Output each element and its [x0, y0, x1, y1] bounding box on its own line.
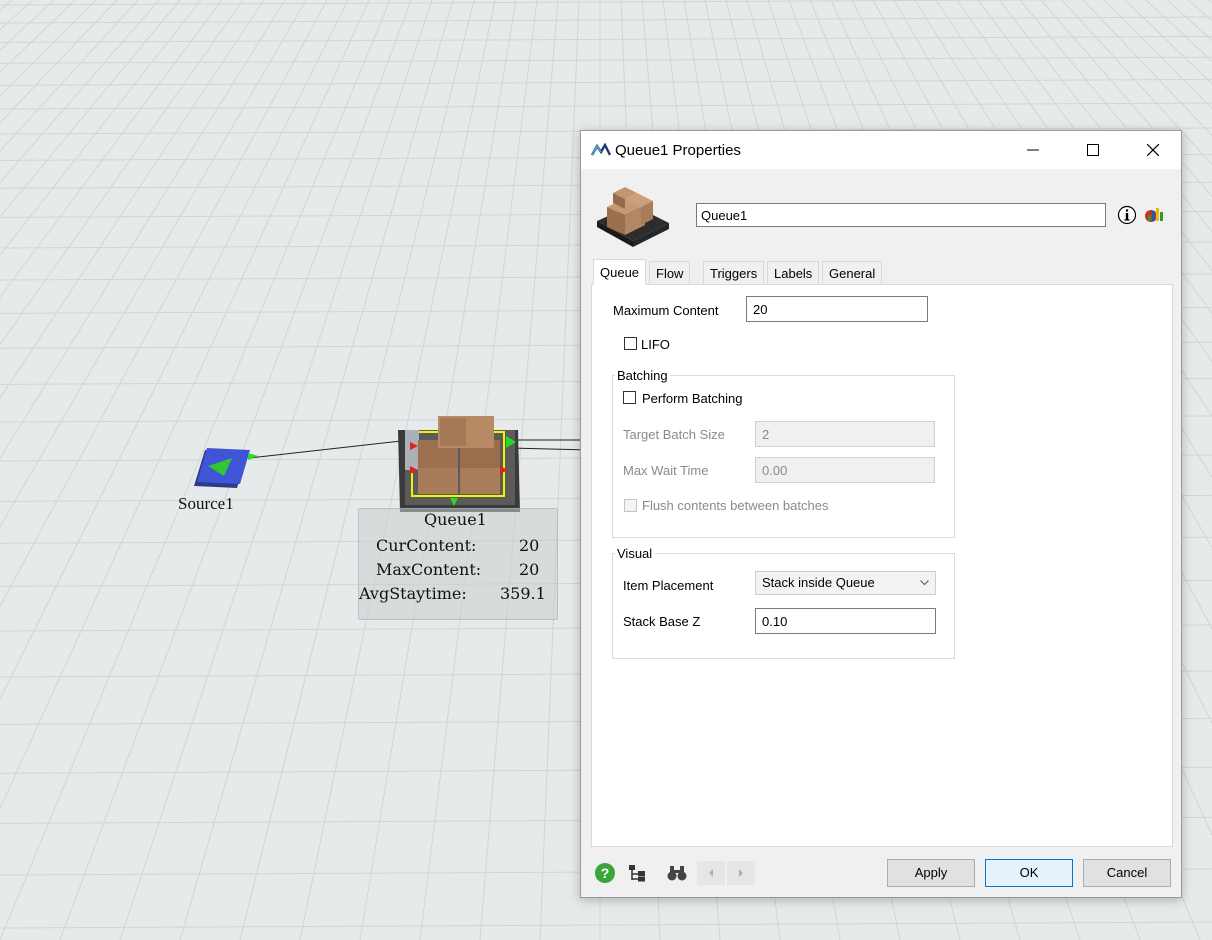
- perform-batching-label: Perform Batching: [642, 391, 743, 406]
- max-content-value: 20: [519, 560, 540, 579]
- ok-button[interactable]: OK: [985, 859, 1073, 887]
- tree-view-button[interactable]: [625, 861, 649, 885]
- prev-arrow-icon: [709, 869, 713, 877]
- flush-contents-checkbox[interactable]: [624, 499, 637, 512]
- find-button[interactable]: [665, 861, 689, 885]
- perform-batching-checkbox[interactable]: [623, 391, 636, 404]
- queue-object[interactable]: [398, 416, 520, 512]
- tree-icon: [629, 865, 645, 882]
- maximize-button[interactable]: [1073, 137, 1113, 163]
- tab-general[interactable]: General: [822, 261, 883, 285]
- minimize-button[interactable]: [1013, 137, 1053, 163]
- item-placement-label: Item Placement: [623, 578, 714, 593]
- max-wait-time-label: Max Wait Time: [623, 463, 709, 478]
- tab-labels[interactable]: Labels: [767, 261, 820, 285]
- cur-content-value: 20: [519, 536, 540, 555]
- object-name-input[interactable]: [696, 203, 1106, 227]
- cancel-button[interactable]: Cancel: [1083, 859, 1171, 887]
- max-content-label: MaxContent:: [376, 560, 482, 579]
- visual-group: [612, 553, 955, 659]
- queue-label: Queue1: [424, 510, 487, 529]
- dialog-titlebar[interactable]: Queue1 Properties: [581, 131, 1181, 169]
- chevron-down-icon: [920, 580, 929, 586]
- maximize-icon: [1087, 144, 1099, 156]
- tab-triggers[interactable]: Triggers: [703, 261, 765, 285]
- next-arrow-icon: [739, 869, 743, 877]
- previous-button[interactable]: [697, 861, 725, 885]
- source-label: Source1: [178, 494, 234, 513]
- minimize-icon: [1027, 149, 1039, 151]
- close-icon: [1147, 144, 1159, 156]
- cur-content-label: CurContent:: [376, 536, 477, 555]
- properties-dialog: Queue1 Properties Queue Flow Triggers La…: [580, 130, 1182, 898]
- max-content-input[interactable]: [746, 296, 928, 322]
- dialog-title: Queue1 Properties: [615, 142, 741, 159]
- info-icon[interactable]: [1117, 205, 1137, 228]
- help-icon: ?: [595, 863, 615, 883]
- tab-flow[interactable]: Flow: [649, 261, 691, 285]
- tab-queue[interactable]: Queue: [593, 259, 647, 285]
- properties-icon[interactable]: [1141, 203, 1165, 228]
- item-placement-value: Stack inside Queue: [762, 575, 875, 590]
- avg-staytime-value: 359.1: [500, 584, 546, 603]
- stack-base-z-input[interactable]: [755, 608, 936, 634]
- max-content-field-label: Maximum Content: [613, 303, 719, 318]
- flush-contents-label: Flush contents between batches: [642, 498, 829, 513]
- target-batch-size-label: Target Batch Size: [623, 427, 725, 442]
- visual-group-title: Visual: [615, 546, 655, 561]
- item-placement-dropdown[interactable]: Stack inside Queue: [755, 571, 936, 595]
- next-button[interactable]: [727, 861, 755, 885]
- flexsim-logo-icon: [590, 142, 612, 160]
- lifo-label: LIFO: [641, 337, 670, 352]
- close-button[interactable]: [1133, 137, 1173, 163]
- lifo-checkbox[interactable]: [624, 337, 637, 350]
- apply-button[interactable]: Apply: [887, 859, 975, 887]
- target-batch-size-input[interactable]: [755, 421, 935, 447]
- queue-thumbnail-icon: [597, 187, 669, 247]
- avg-staytime-label: AvgStaytime:: [359, 584, 467, 603]
- find-icon: [667, 866, 687, 881]
- svg-text:?: ?: [601, 865, 610, 881]
- max-wait-time-input[interactable]: [755, 457, 935, 483]
- help-button[interactable]: ?: [593, 861, 617, 885]
- stack-base-z-label: Stack Base Z: [623, 614, 701, 629]
- batching-group-title: Batching: [615, 368, 670, 383]
